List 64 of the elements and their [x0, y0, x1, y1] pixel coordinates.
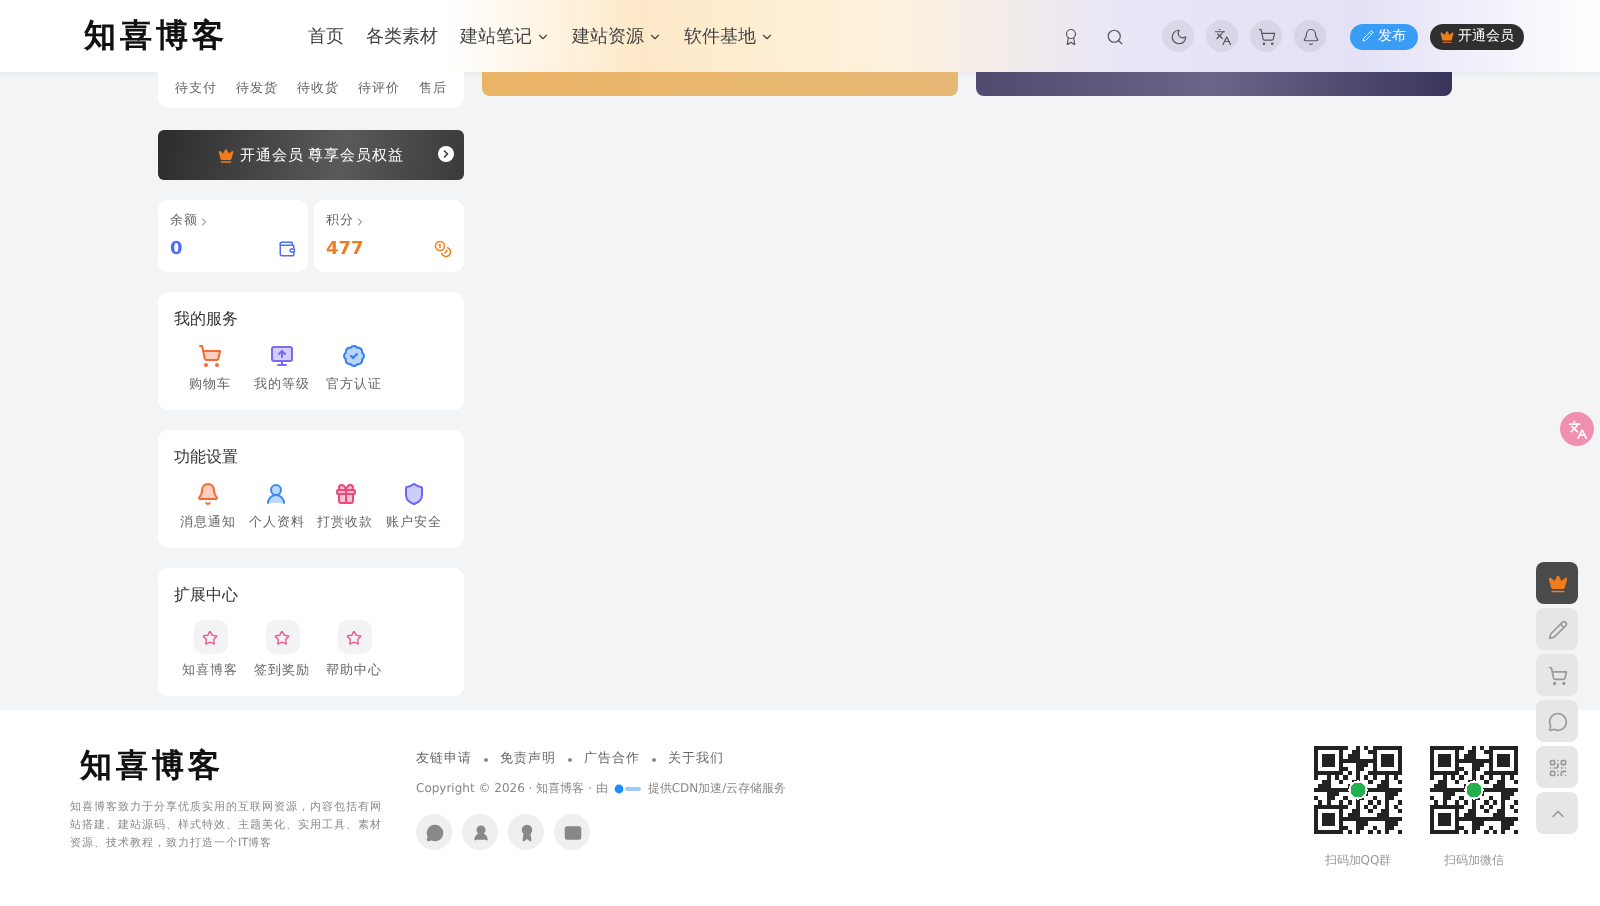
nav-link[interactable]: 首页	[308, 23, 344, 49]
star-tile[interactable]	[265, 620, 299, 654]
verified-icon[interactable]	[342, 344, 366, 368]
chevron-right-icon	[198, 215, 210, 227]
chevron-down-icon	[648, 29, 662, 43]
star-icon	[274, 629, 290, 645]
cart-icon	[1257, 27, 1275, 45]
medal-icon	[1061, 27, 1079, 45]
qr-button[interactable]	[1536, 746, 1578, 788]
coins-icon	[434, 240, 452, 258]
gift-icon[interactable]	[333, 482, 358, 506]
profile-icon[interactable]	[264, 482, 289, 506]
star-tile[interactable]	[193, 620, 227, 654]
promo-banner[interactable]	[976, 72, 1452, 96]
bell-icon	[1301, 27, 1319, 45]
bell-button[interactable]	[1294, 20, 1326, 52]
cart-button[interactable]	[1250, 20, 1282, 52]
qr-icon	[1547, 757, 1567, 777]
section-title: 扩展中心	[174, 584, 240, 606]
wallet-icon	[278, 240, 296, 258]
wallet-value: 477	[326, 240, 364, 260]
crown-icon	[217, 147, 234, 163]
separator-dot	[652, 757, 656, 761]
mail-icon	[563, 823, 581, 841]
pencil-icon	[1362, 30, 1374, 42]
shield-icon[interactable]	[401, 482, 426, 506]
nav-link[interactable]: 建站笔记	[460, 23, 550, 49]
nav-link[interactable]: 各类素材	[366, 23, 438, 49]
section-title: 我的服务	[174, 308, 240, 330]
qr-code	[1314, 746, 1402, 834]
crown-icon	[1547, 573, 1567, 593]
cart-icon[interactable]	[198, 344, 222, 368]
pencil-icon	[1547, 619, 1567, 639]
nav-link[interactable]: 软件基地	[684, 23, 774, 49]
nav-link[interactable]: 建站资源	[572, 23, 662, 49]
chevron-down-icon	[536, 29, 550, 43]
cart-button[interactable]	[1536, 654, 1578, 696]
separator-dot	[568, 757, 572, 761]
bell-icon[interactable]	[196, 482, 221, 506]
cdn-logo-icon	[613, 784, 642, 794]
arrow-right-icon	[438, 146, 454, 162]
translate-button[interactable]	[1206, 20, 1238, 52]
crown-button[interactable]	[1536, 562, 1578, 604]
crown-icon	[1440, 29, 1454, 43]
level-icon[interactable]	[270, 344, 294, 368]
footer-logo: 知喜博客	[77, 746, 226, 788]
moon-button[interactable]	[1162, 20, 1194, 52]
star-tile[interactable]	[337, 620, 371, 654]
search-icon	[1105, 27, 1123, 45]
separator-dot	[484, 757, 488, 761]
qr-code	[1430, 746, 1518, 834]
chevron-down-icon	[760, 29, 774, 43]
translate-icon	[1567, 419, 1587, 439]
section-title: 功能设置	[174, 446, 240, 468]
cart-icon	[1547, 665, 1567, 685]
moon-icon	[1169, 27, 1187, 45]
chevron-right-icon	[354, 215, 366, 227]
star-icon	[346, 629, 362, 645]
mail-button[interactable]	[554, 814, 590, 850]
translate-icon	[1213, 27, 1231, 45]
star-icon	[202, 629, 218, 645]
site-logo[interactable]: 知喜博客	[84, 15, 228, 57]
wallet-value: 0	[170, 240, 183, 260]
translate-float-button[interactable]	[1560, 412, 1594, 446]
